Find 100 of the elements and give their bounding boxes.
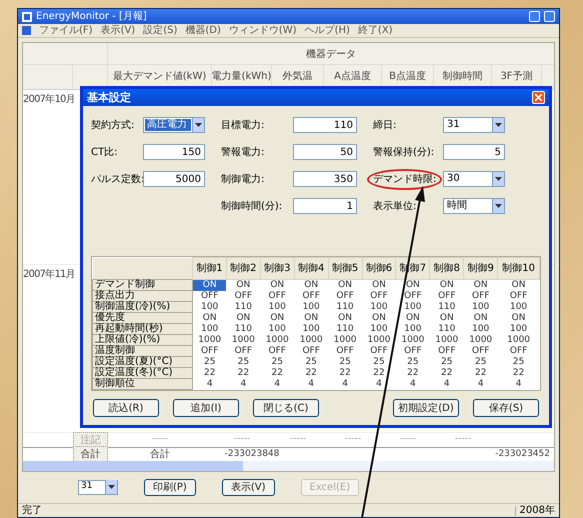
table-cell[interactable]: 110	[328, 324, 362, 334]
table-cell[interactable]: 25	[396, 356, 430, 368]
dropdown-button[interactable]	[105, 480, 117, 494]
table-cell[interactable]: OFF	[464, 346, 498, 356]
table-cell[interactable]: ON	[260, 312, 294, 324]
table-cell[interactable]: 25	[464, 356, 498, 368]
table-cell[interactable]: OFF	[430, 290, 464, 302]
table-cell[interactable]: 4	[294, 378, 328, 390]
table-cell[interactable]: OFF	[226, 290, 260, 302]
table-cell[interactable]: 25	[498, 356, 540, 368]
table-cell[interactable]: 100	[294, 324, 328, 334]
table-cell[interactable]: ON	[362, 280, 396, 290]
input-field[interactable]: 5000	[143, 171, 205, 187]
table-cell[interactable]: 4	[498, 378, 540, 390]
input-field[interactable]: 5	[443, 144, 505, 160]
minimize-button[interactable]	[529, 11, 540, 22]
table-cell[interactable]: 22	[430, 368, 464, 378]
table-cell[interactable]: OFF	[396, 346, 430, 356]
menu-item[interactable]: 設定(S)	[143, 26, 178, 36]
input-field[interactable]: 350	[293, 171, 357, 187]
dropdown-button[interactable]	[492, 199, 504, 213]
table-cell[interactable]: 4	[464, 378, 498, 390]
table-cell[interactable]: OFF	[294, 290, 328, 302]
table-cell[interactable]: 22	[362, 368, 396, 378]
table-cell[interactable]: 100	[192, 302, 226, 312]
table-cell[interactable]: 100	[260, 324, 294, 334]
table-cell[interactable]: 100	[396, 324, 430, 334]
input-field[interactable]: 150	[143, 144, 205, 160]
table-cell[interactable]: OFF	[192, 346, 226, 356]
table-cell[interactable]: 110	[430, 302, 464, 312]
table-cell[interactable]: ON	[260, 280, 294, 290]
table-cell[interactable]: 1000	[362, 334, 396, 346]
table-cell[interactable]: OFF	[396, 290, 430, 302]
table-cell[interactable]: ON	[430, 312, 464, 324]
input-field[interactable]: 50	[293, 144, 357, 160]
table-cell[interactable]: ON	[294, 312, 328, 324]
table-cell[interactable]: 1000	[328, 334, 362, 346]
table-cell[interactable]: ON	[328, 280, 362, 290]
table-cell[interactable]: 4	[328, 378, 362, 390]
table-cell[interactable]: OFF	[464, 290, 498, 302]
table-cell[interactable]: 4	[430, 378, 464, 390]
table-cell[interactable]: 4	[260, 378, 294, 390]
close-button[interactable]	[544, 11, 555, 22]
table-cell[interactable]: OFF	[498, 290, 540, 302]
table-cell[interactable]: 100	[464, 324, 498, 334]
table-cell[interactable]: 1000	[226, 334, 260, 346]
table-cell[interactable]: 22	[498, 368, 540, 378]
table-cell[interactable]: 22	[464, 368, 498, 378]
table-cell[interactable]: OFF	[226, 346, 260, 356]
table-cell[interactable]: 22	[396, 368, 430, 378]
table-cell[interactable]: 110	[226, 324, 260, 334]
table-cell[interactable]: 25	[430, 356, 464, 368]
table-cell[interactable]: 25	[328, 356, 362, 368]
table-cell[interactable]: 25	[226, 356, 260, 368]
table-cell[interactable]: ON	[498, 312, 540, 324]
table-cell[interactable]: OFF	[328, 346, 362, 356]
table-cell[interactable]: OFF	[260, 290, 294, 302]
table-cell[interactable]: 110	[226, 302, 260, 312]
table-cell[interactable]: 1000	[464, 334, 498, 346]
dropdown[interactable]: 高圧電力	[143, 117, 205, 133]
table-cell[interactable]: 100	[260, 302, 294, 312]
table-cell[interactable]: OFF	[328, 290, 362, 302]
table-cell[interactable]: OFF	[192, 290, 226, 302]
dropdown-button[interactable]	[192, 118, 204, 132]
table-cell[interactable]: OFF	[362, 346, 396, 356]
table-cell[interactable]: 4	[396, 378, 430, 390]
table-cell[interactable]: 4	[226, 378, 260, 390]
table-cell[interactable]: ON	[226, 312, 260, 324]
table-cell[interactable]: 25	[260, 356, 294, 368]
table-cell[interactable]: ON	[464, 280, 498, 290]
button[interactable]: 読込(R)	[93, 399, 159, 417]
table-cell[interactable]: 22	[328, 368, 362, 378]
table-cell[interactable]: 100	[192, 324, 226, 334]
table-cell[interactable]: 100	[498, 302, 540, 312]
horizontal-scrollbar[interactable]	[23, 461, 554, 471]
button[interactable]: 閉じる(C)	[253, 399, 319, 417]
dropdown[interactable]: 31	[78, 480, 118, 494]
table-cell[interactable]: OFF	[294, 346, 328, 356]
table-cell[interactable]: 25	[362, 356, 396, 368]
table-cell[interactable]: 100	[464, 302, 498, 312]
table-cell[interactable]: 25	[294, 356, 328, 368]
table-cell[interactable]: 100	[498, 324, 540, 334]
table-cell[interactable]: ON	[396, 312, 430, 324]
table-cell[interactable]: 1000	[294, 334, 328, 346]
scrollbar-thumb[interactable]	[23, 461, 243, 471]
button[interactable]: 初期設定(D)	[393, 399, 459, 417]
close-button[interactable]	[532, 91, 545, 104]
table-cell[interactable]: OFF	[260, 346, 294, 356]
dropdown[interactable]: 30	[443, 171, 505, 187]
table-cell[interactable]: 100	[362, 302, 396, 312]
table-cell[interactable]: ON	[498, 280, 540, 290]
menu-item[interactable]: ヘルプ(H)	[304, 26, 350, 36]
button[interactable]: 保存(S)	[473, 399, 539, 417]
table-cell[interactable]: 22	[294, 368, 328, 378]
table-cell[interactable]: 1000	[260, 334, 294, 346]
table-cell[interactable]: OFF	[430, 346, 464, 356]
table-cell[interactable]: ON	[226, 280, 260, 290]
table-cell[interactable]: 22	[260, 368, 294, 378]
table-cell[interactable]: ON	[362, 312, 396, 324]
input-field[interactable]: 1	[293, 198, 357, 214]
